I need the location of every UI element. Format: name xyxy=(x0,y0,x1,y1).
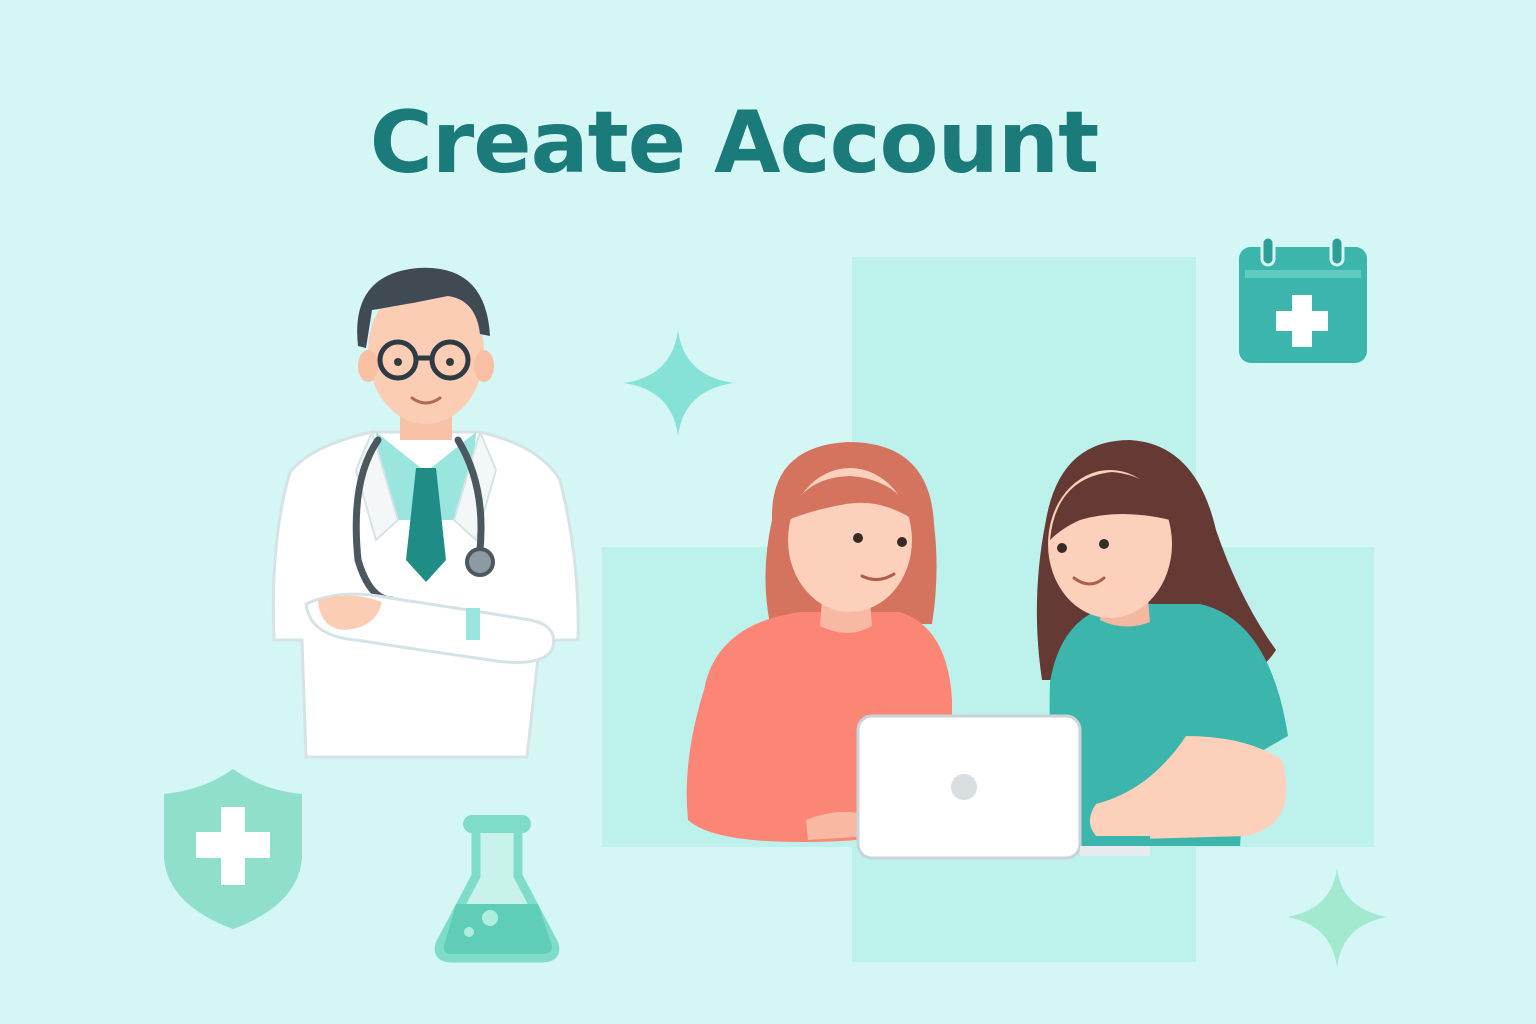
illustration-scene xyxy=(164,235,1387,968)
lab-flask-icon xyxy=(434,815,560,963)
create-account-illustration: Create Account xyxy=(0,0,1536,1024)
shield-cross-icon xyxy=(164,769,302,929)
doctor-figure xyxy=(271,267,580,759)
medical-calendar-icon xyxy=(1239,235,1367,363)
sparkle-icon xyxy=(1287,868,1387,968)
sparkle-icon xyxy=(624,330,734,436)
